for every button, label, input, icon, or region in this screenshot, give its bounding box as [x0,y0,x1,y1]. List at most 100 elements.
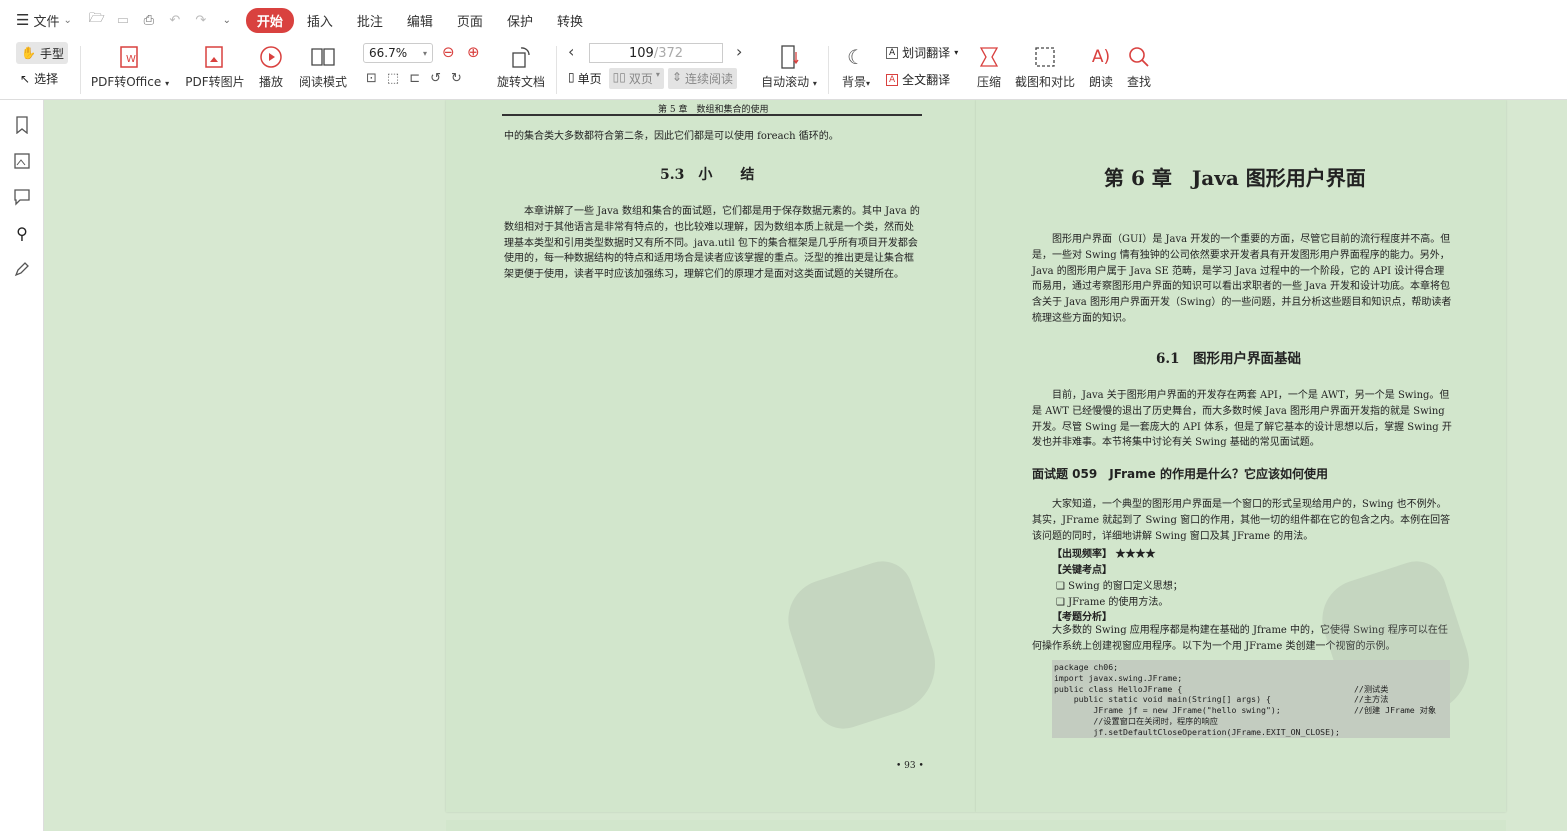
page-number: • 93 • [896,761,924,771]
ribbon-tabs: 开始 插入 批注 编辑 页面 保护 转换 [245,7,594,33]
intro-paragraph: 图形用户界面（GUI）是 Java 开发的一个重要的方面，尽管它目前的流行程度并… [1032,234,1452,324]
code-text: package ch06; [1054,662,1119,672]
hand-icon: ✋ [21,46,36,60]
page-layout-row: ▯ 单页 ▯▯ 双页 ▾ ⇕ 连续阅读 [565,68,737,89]
compress-button[interactable]: 压缩 [974,44,1004,90]
hamburger-icon: ☰ [16,11,30,29]
signature-icon[interactable] [12,259,32,279]
document-viewport[interactable]: 第 5 章 数组和集合的使用 中的集合类大多数都符合第二条，因此它们都是可以使用… [45,100,1567,831]
open-folder-icon[interactable]: 🗁 [88,11,106,29]
pdf-to-image-label: PDF转图片 [185,75,245,89]
summary-paragraph: 本章讲解了一些 Java 数组和集合的面试题，它们都是用于保存数据元素的。其中 … [504,206,920,281]
chevron-down-icon: ▾ [954,48,959,57]
code-block: package ch06; import javax.swing.JFrame;… [1052,660,1450,738]
key-point-item: ❑ JFrame 的使用方法。 [1056,593,1168,608]
screenshot-compare-label: 截图和对比 [1014,75,1075,89]
key-points-label: 【关键考点】 [1052,565,1112,576]
book-icon [310,44,336,70]
question-paragraph: 大家知道，一个典型的图形用户界面是一个窗口的形式呈现给用户的，Swing 也不例… [1032,499,1451,542]
section-title: 6.1 图形用户界面基础 [1156,351,1301,367]
code-line: package ch06; [1054,662,1450,673]
double-page-icon: ▯▯ [612,70,626,84]
code-text: //设置窗口在关闭时，程序的响应 [1054,715,1218,726]
tab-annotate[interactable]: 批注 [346,8,394,33]
tab-insert[interactable]: 插入 [296,8,344,33]
rotate-right-icon[interactable]: ↻ [451,71,462,86]
page-right: 第 6 章 Java 图形用户界面 图形用户界面（GUI）是 Java 开发的一… [976,100,1506,812]
rotate-left-icon[interactable]: ↺ [430,71,441,86]
background-button[interactable]: ☾ 背景▾ [838,44,874,90]
read-mode-button[interactable]: 阅读模式 [298,44,348,90]
page-number-input[interactable]: 109 /372 [589,43,723,63]
chapter-title: 第 6 章 Java 图形用户界面 [1104,166,1366,190]
code-text: import javax.swing.JFrame; [1054,672,1183,683]
code-text: JFrame jf = new JFrame("hello swing"); [1054,705,1281,716]
code-line: import javax.swing.JFrame; [1054,673,1450,684]
file-menu-button[interactable]: ☰ 文件 ⌄ [10,7,78,33]
zoom-value: 66.7% [369,46,408,60]
left-sidebar: ⚲ [0,100,44,831]
tab-protect[interactable]: 保护 [496,8,544,33]
fit-width-icon[interactable]: ⊏ [409,71,420,86]
bookmark-icon[interactable] [12,115,32,135]
continued-text: 中的集合类大多数都符合第二条，因此它们都是可以使用 foreach 循环的。 [504,131,839,142]
question-title: 面试题 059 JFrame 的作用是什么？它应该如何使用 [1032,467,1328,481]
comment-icon[interactable] [12,187,32,207]
actual-size-icon[interactable]: ⊡ [366,71,377,86]
hand-tool-label: 手型 [39,46,64,61]
select-tool-label: 选择 [34,72,59,86]
tab-convert[interactable]: 转换 [546,8,594,33]
more-chevron-icon[interactable]: ⌄ [218,11,236,29]
tab-start[interactable]: 开始 [245,7,294,33]
play-button[interactable]: 播放 [256,44,286,90]
pdf-to-image-button[interactable]: PDF转图片 [184,44,246,90]
next-page-icon[interactable]: › [736,42,742,61]
select-tool-button[interactable]: ↖ 选择 [20,70,58,87]
prev-page-icon[interactable]: ‹ [568,42,574,61]
full-translate-button[interactable]: A 全文翻译 [886,71,950,88]
continuous-read-button[interactable]: ⇕ 连续阅读 [667,68,737,89]
save-icon[interactable]: ▭ [114,11,132,29]
hand-tool-button[interactable]: ✋ 手型 [16,42,68,64]
full-translate-label: 全文翻译 [902,73,951,87]
zoom-out-icon[interactable]: ⊖ [442,43,455,61]
rotate-document-button[interactable]: 旋转文档 [496,44,546,90]
undo-icon[interactable]: ↶ [166,11,184,29]
tab-edit[interactable]: 编辑 [396,8,444,33]
find-button[interactable]: 查找 [1125,44,1153,90]
single-page-label: 单页 [577,72,602,86]
attachment-icon[interactable]: ⚲ [12,223,32,243]
code-text: public class HelloJFrame { [1054,683,1183,694]
double-page-button[interactable]: ▯▯ 双页 ▾ [608,68,664,89]
single-page-button[interactable]: ▯ 单页 [565,68,605,89]
zoom-select[interactable]: 66.7% ▾ [363,43,433,63]
tab-page[interactable]: 页面 [446,8,494,33]
double-page-label: 双页 [628,72,653,86]
pdf-to-office-button[interactable]: W PDF转Office ▾ [90,44,170,90]
word-translate-button[interactable]: A 划词翻译 ▾ [886,44,958,61]
current-page: 109 [628,45,654,61]
toolbar-divider [828,46,829,94]
view-tool-row: ⊡ ⬚ ⊏ ↺ ↻ [366,71,462,86]
fit-page-icon[interactable]: ⬚ [387,71,399,86]
running-head-rule [502,114,922,116]
toolbar-divider [80,46,81,94]
auto-scroll-icon [777,44,801,70]
cursor-icon: ↖ [20,71,31,86]
frequency-label: 【出现频率】 [1052,549,1112,560]
read-aloud-button[interactable]: A) 朗读 [1087,44,1115,90]
screenshot-compare-button[interactable]: 截图和对比 [1013,44,1077,90]
key-point-text: Swing 的窗口定义思想； [1068,581,1183,592]
translate-icon: A [886,46,899,59]
chevron-down-icon: ⌄ [63,14,72,26]
auto-scroll-button[interactable]: 自动滚动 ▾ [760,44,818,90]
zoom-in-icon[interactable]: ⊕ [467,43,480,61]
play-icon [259,44,283,70]
code-comment: //主方法 [1354,694,1389,705]
pdf-to-office-label: PDF转Office [90,75,162,89]
moon-icon: ☾ [847,45,865,69]
pdf-office-icon: W [118,44,142,70]
thumbnail-icon[interactable] [12,151,32,171]
redo-icon[interactable]: ↷ [192,11,210,29]
print-icon[interactable]: ⎙ [140,11,158,29]
